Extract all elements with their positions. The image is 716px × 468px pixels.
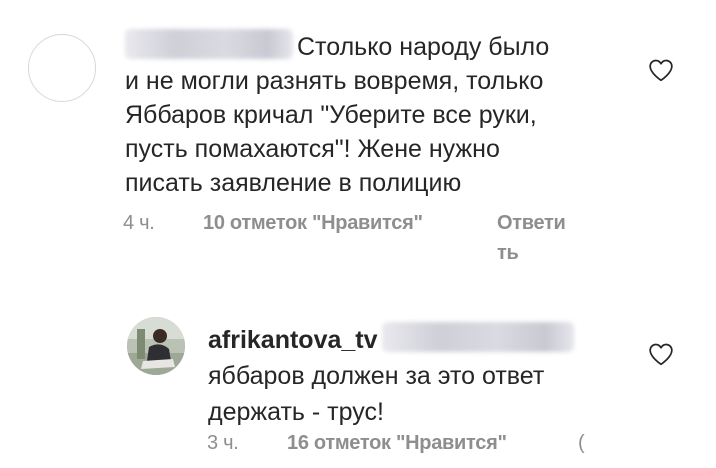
comment-line-5: писать заявление в полицию (125, 169, 462, 197)
comment-line-1: Столько народу было (297, 33, 550, 61)
blurred-mention[interactable] (381, 322, 574, 353)
avatar[interactable] (28, 34, 96, 102)
comment-time: 4 ч. (123, 212, 155, 234)
comment-username[interactable]: afrikantova_tv (208, 326, 378, 354)
avatar[interactable] (127, 317, 185, 375)
heart-icon[interactable] (648, 58, 674, 82)
comment-time: 3 ч. (207, 432, 239, 454)
heart-icon[interactable] (648, 342, 674, 366)
likes-count-button[interactable]: 10 отметок "Нравится" (203, 212, 423, 235)
reply-button-wrap[interactable]: ть (497, 242, 519, 265)
comment-text: Столько народу было и не могли разнять в… (125, 29, 605, 200)
reply-comment-text: afrikantova_tv яббаров должен за это отв… (208, 322, 628, 430)
reply-line-1: яббаров должен за это ответ (208, 362, 545, 390)
avatar-photo-image (127, 317, 185, 375)
reply-button[interactable]: Ответи (497, 212, 566, 235)
comment-line-2: и не могли разнять вовремя, только (125, 67, 544, 95)
reply-line-2: держать - трус! (208, 398, 384, 426)
likes-count-button[interactable]: 16 отметок "Нравится" (287, 432, 507, 455)
comment-line-3: Яббаров кричал "Уберите все руки, (125, 101, 537, 129)
comment-line-4: пусть помахаются"! Жене нужно (125, 135, 500, 163)
blurred-username[interactable] (125, 29, 293, 60)
reply-button-cut[interactable]: ( (578, 432, 585, 455)
